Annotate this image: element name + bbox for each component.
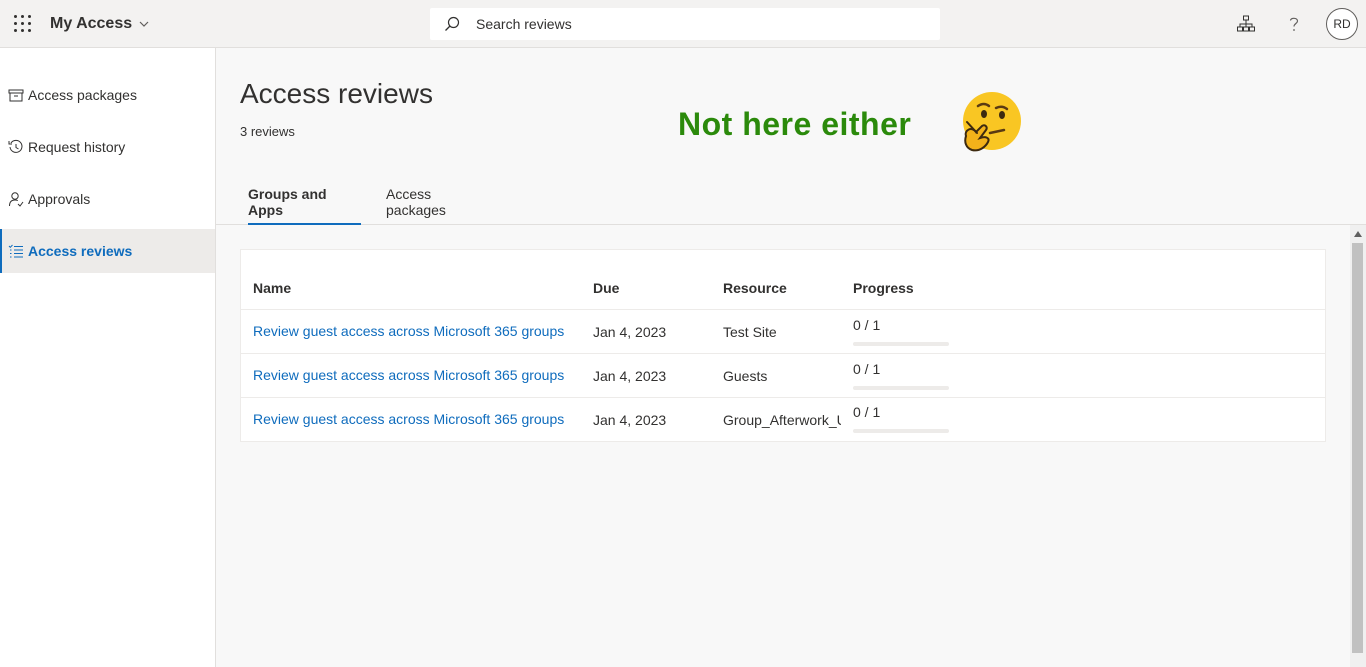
top-bar: My Access RD	[0, 0, 1366, 48]
sidebar-item-label: Request history	[28, 139, 126, 155]
package-icon	[8, 89, 24, 102]
column-header-resource[interactable]: Resource	[723, 280, 787, 296]
search-box[interactable]	[430, 8, 940, 40]
progress-text: 0 / 1	[853, 404, 881, 420]
app-title-menu[interactable]: My Access	[50, 15, 150, 33]
sidebar-item-approvals[interactable]: Approvals	[0, 177, 215, 221]
overlay-caption: Not here either	[678, 106, 912, 142]
due-date: Jan 4, 2023	[593, 412, 667, 428]
resource-name: Test Site	[723, 324, 777, 340]
resource-name: Group_Afterwork_U	[723, 412, 841, 428]
avatar-initials: RD	[1333, 17, 1351, 31]
scrollbar-thumb[interactable]	[1352, 243, 1363, 653]
help-icon[interactable]	[1284, 14, 1304, 34]
review-count: 3 reviews	[240, 124, 295, 139]
org-chart-icon[interactable]	[1236, 14, 1256, 34]
due-date: Jan 4, 2023	[593, 368, 667, 384]
vertical-scrollbar[interactable]	[1350, 225, 1366, 667]
waffle-icon[interactable]	[14, 15, 32, 33]
chevron-down-icon	[139, 21, 149, 27]
tab-access-packages[interactable]: Access packages	[386, 180, 492, 224]
review-name-link[interactable]: Review guest access across Microsoft 365…	[253, 411, 564, 427]
progress-text: 0 / 1	[853, 317, 881, 333]
table-row: Review guest access across Microsoft 365…	[241, 353, 1325, 397]
main-content: Access reviews 3 reviews Not here either…	[216, 48, 1366, 667]
sidebar-item-request-history[interactable]: Request history	[0, 125, 215, 169]
column-header-due[interactable]: Due	[593, 280, 619, 296]
search-icon	[445, 16, 460, 31]
tab-groups-and-apps[interactable]: Groups and Apps	[248, 180, 361, 225]
column-header-name[interactable]: Name	[253, 280, 291, 296]
person-check-icon	[9, 192, 24, 207]
scroll-up-arrow-icon[interactable]	[1354, 231, 1362, 237]
checklist-icon	[8, 244, 23, 258]
thinking-face-icon	[963, 92, 1021, 152]
table-row: Review guest access across Microsoft 365…	[241, 397, 1325, 441]
avatar[interactable]: RD	[1326, 8, 1358, 40]
reviews-table: Name Due Resource Progress Review guest …	[240, 249, 1326, 442]
tab-label: Access packages	[386, 186, 446, 218]
sidebar-item-access-reviews[interactable]: Access reviews	[0, 229, 215, 273]
page-title: Access reviews	[240, 78, 433, 109]
review-tabs: Groups and Apps Access packages	[216, 180, 1366, 225]
progress-text: 0 / 1	[853, 361, 881, 377]
resource-name: Guests	[723, 368, 768, 384]
sidebar: Access packages Request history Approval…	[0, 48, 216, 667]
due-date: Jan 4, 2023	[593, 324, 667, 340]
sidebar-item-label: Access packages	[28, 87, 137, 103]
review-name-link[interactable]: Review guest access across Microsoft 365…	[253, 367, 564, 383]
history-icon	[8, 139, 23, 153]
app-title: My Access	[50, 15, 133, 32]
progress-bar	[853, 342, 949, 346]
search-input[interactable]	[476, 16, 896, 32]
tab-label: Groups and Apps	[248, 186, 327, 218]
table-row: Review guest access across Microsoft 365…	[241, 309, 1325, 353]
review-name-link[interactable]: Review guest access across Microsoft 365…	[253, 323, 564, 339]
progress-bar	[853, 429, 949, 433]
sidebar-item-access-packages[interactable]: Access packages	[0, 73, 215, 117]
sidebar-item-label: Access reviews	[28, 243, 133, 259]
sidebar-item-label: Approvals	[28, 191, 91, 207]
progress-bar	[853, 386, 949, 390]
column-header-progress[interactable]: Progress	[853, 280, 914, 296]
